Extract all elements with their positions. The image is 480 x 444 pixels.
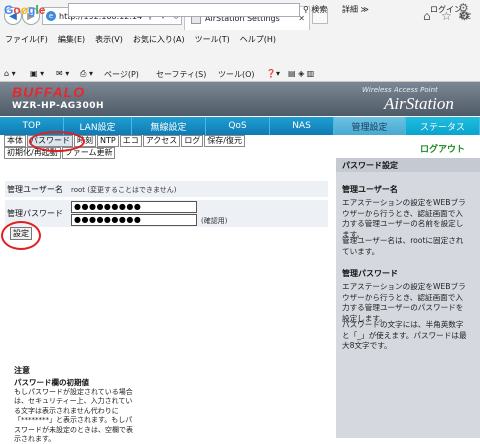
tab-qos[interactable]: QoS	[206, 117, 270, 135]
safety-menu[interactable]: セーフティ(S)	[156, 69, 206, 80]
mail-icon[interactable]: ✉ ▾	[56, 69, 69, 78]
subtab-device[interactable]: 本体	[4, 135, 26, 147]
product-label: Wireless Access Point	[362, 86, 438, 94]
help-title: パスワード設定	[342, 161, 398, 170]
print-icon[interactable]: ⎙ ▾	[80, 69, 93, 79]
annotation-circle	[29, 131, 85, 152]
subtab-backup[interactable]: 保存/復元	[204, 135, 246, 147]
menu-tools[interactable]: ツール(T)	[190, 34, 235, 45]
logout-link[interactable]: ログアウト	[420, 142, 465, 155]
google-settings-label: 設定	[459, 13, 472, 20]
brand-logo: BUFFALO	[12, 84, 86, 100]
help-note-text: もしパスワードが設定されている場合は、セキュリティー上、入力されている文字は表示…	[14, 388, 133, 444]
admin-user-value: root (変更することはできません)	[71, 186, 177, 194]
help-section1-title: 管理ユーザー名	[342, 185, 398, 194]
google-search-input[interactable]	[68, 3, 300, 17]
help-note-box: 注意 パスワード欄の初期値 もしパスワードが設定されている場合は、セキュリティー…	[6, 362, 140, 443]
google-more-button[interactable]: 詳細 ≫	[342, 4, 369, 15]
model-name: WZR-HP-AG300H	[12, 101, 104, 111]
google-search-label: 検索	[311, 5, 328, 14]
password-confirm-input[interactable]: ●●●●●●●●●	[71, 214, 197, 226]
menu-file[interactable]: ファイル(F)	[0, 34, 53, 45]
admin-password-row: 管理パスワード ●●●●●●●●● ●●●●●●●●● (確認用)	[5, 200, 328, 227]
google-logo: Google	[4, 3, 46, 17]
subtab-ntp[interactable]: NTP	[97, 135, 119, 147]
tab-wireless[interactable]: 無線設定	[132, 117, 206, 135]
confirm-note: (確認用)	[201, 217, 228, 225]
tab-status[interactable]: ステータス	[406, 117, 480, 135]
subtab-log[interactable]: ログ	[181, 135, 204, 147]
help-panel: パスワード設定 管理ユーザー名 エアステーションの設定をWEBブラウザーから行う…	[336, 158, 480, 438]
addon-icon[interactable]: ▤ ◈ ▥	[288, 69, 314, 78]
annotation-circle-button	[1, 221, 41, 250]
menu-edit[interactable]: 編集(E)	[53, 34, 90, 45]
command-bar: ⌂ ▾ ▣ ▾ ✉ ▾ ⎙ ▾ ページ(P) セーフティ(S) ツール(O) ❓…	[0, 67, 480, 82]
help-note-subtitle: パスワード欄の初期値	[14, 378, 89, 387]
help-section2-title: 管理パスワード	[342, 269, 398, 278]
tab-nas[interactable]: NAS	[270, 117, 334, 135]
page-menu[interactable]: ページ(P)	[104, 69, 139, 80]
menu-favorites[interactable]: お気に入り(A)	[128, 34, 190, 45]
product-logo: AirStation	[384, 94, 454, 113]
help-section1-text: エアステーションの設定をWEBブラウザーから行うとき、認証画面で入力する管理ユー…	[342, 198, 466, 239]
menu-view[interactable]: 表示(V)	[90, 34, 128, 45]
tools-menu[interactable]: ツール(O)	[218, 69, 255, 80]
subtab-access[interactable]: アクセス	[142, 135, 181, 147]
admin-password-label: 管理パスワード	[7, 209, 63, 218]
feeds-icon[interactable]: ▣ ▾	[30, 69, 44, 78]
google-toolbar	[0, 47, 480, 67]
menu-bar: ファイル(F) 編集(E) 表示(V) お気に入り(A) ツール(T) ヘルプ(…	[0, 32, 480, 47]
help-icon[interactable]: ❓▾	[266, 69, 280, 78]
help-section2-text: エアステーションの設定をWEBブラウザーから行うとき、認証画面で入力する管理ユー…	[342, 282, 466, 323]
help-section1-text2: 管理ユーザー名は、rootに固定されています。	[342, 236, 464, 256]
subtab-eco[interactable]: エコ	[119, 135, 142, 147]
help-note-title: 注意	[14, 366, 30, 375]
help-section2-text2: パスワードの文字には、半角英数字と「_」が使えます。パスワードは最大8文字です。	[342, 320, 467, 351]
admin-user-row: 管理ユーザー名 root (変更することはできません)	[5, 181, 328, 197]
menu-help[interactable]: ヘルプ(H)	[235, 34, 281, 45]
home-cmd-icon[interactable]: ⌂ ▾	[4, 69, 16, 78]
tab-admin[interactable]: 管理設定	[334, 117, 406, 135]
admin-user-label: 管理ユーザー名	[7, 185, 63, 194]
password-input[interactable]: ●●●●●●●●●	[71, 201, 197, 213]
google-search-button[interactable]: ⚲ 検索	[303, 4, 327, 15]
ie-icon: e	[46, 11, 56, 21]
